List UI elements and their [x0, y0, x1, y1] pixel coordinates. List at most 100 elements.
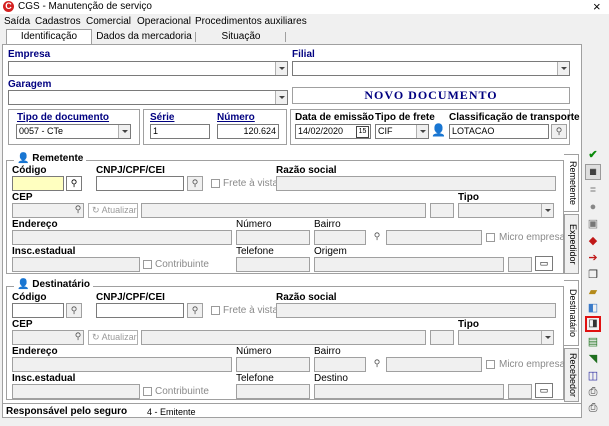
dest-insc-label: Insc.estadual [12, 373, 76, 384]
eraser-icon[interactable]: ◆ [585, 233, 601, 249]
dest-cnpj-input[interactable] [96, 303, 184, 318]
rem-frete-vista-checkbox[interactable] [211, 179, 220, 188]
rem-cep-extra-field[interactable] [141, 203, 426, 218]
person-icon[interactable]: 👤 [431, 123, 446, 138]
side-tab-destinatario[interactable]: Destinatário [564, 280, 579, 346]
palette-icon[interactable]: ◧ [585, 300, 601, 316]
side-tab-remetente[interactable]: Remetente [564, 154, 579, 212]
confirm-check-icon[interactable]: ✔ [585, 147, 601, 163]
dest-contribuinte-checkbox[interactable] [143, 387, 152, 396]
stop-icon[interactable]: ▣ [585, 216, 601, 232]
rem-numero-input[interactable] [236, 230, 310, 245]
rem-contribuinte-checkbox[interactable] [143, 260, 152, 269]
circle-icon[interactable]: ● [585, 199, 601, 215]
frete-select[interactable]: CIF [375, 124, 429, 139]
binoculars-icon[interactable]: ⚲ [66, 176, 82, 191]
dest-bairro-extra[interactable] [386, 357, 482, 372]
documents-icon[interactable]: ❐ [585, 267, 601, 283]
dest-frete-vista-checkbox[interactable] [211, 306, 220, 315]
dest-codigo-label: Código [12, 292, 47, 303]
ledger-icon[interactable]: ≣ [585, 182, 601, 198]
binoculars-icon[interactable]: ⚲ [369, 357, 385, 372]
side-tab-label: Recebedor [568, 352, 578, 398]
notes-icon[interactable]: ▤ [585, 334, 601, 350]
menu-saida[interactable]: Saída [4, 16, 30, 27]
rem-endereco-input[interactable] [12, 230, 232, 245]
rem-origem-input[interactable] [314, 257, 504, 272]
numero-input[interactable]: 120.624 [217, 124, 279, 139]
empresa-label: Empresa [8, 49, 51, 60]
dest-bairro-input[interactable] [314, 357, 366, 372]
binoculars-icon[interactable]: ⚲ [187, 176, 203, 191]
dest-cep-extra-field[interactable] [141, 330, 426, 345]
rem-cnpj-input[interactable] [96, 176, 184, 191]
binoculars-icon[interactable]: ⚲ [70, 203, 86, 218]
highlight-truck-icon[interactable]: ◨ [585, 316, 601, 332]
printer-icon[interactable]: ⎙ [585, 384, 601, 400]
rem-atualizar-button[interactable]: ↻ Atualizar [88, 203, 138, 218]
rem-cep-label: CEP [12, 192, 33, 203]
footer-value: 4 - Emitente [147, 407, 196, 417]
emissao-input[interactable]: 14/02/2020 15 [295, 124, 371, 139]
binoculars-icon[interactable]: ⚲ [187, 303, 203, 318]
binoculars-icon[interactable]: ⚲ [70, 330, 86, 345]
menu-comercial[interactable]: Comercial [86, 16, 131, 27]
close-button[interactable]: × [593, 0, 601, 14]
tab-dados-mercadoria[interactable]: Dados da mercadoria [94, 31, 194, 44]
dest-atualizar-button[interactable]: ↻ Atualizar [88, 330, 138, 345]
menu-cadastros[interactable]: Cadastros [35, 16, 81, 27]
rem-cep-extra-field2[interactable] [430, 203, 454, 218]
paste-icon[interactable]: ◫ [585, 368, 601, 384]
dest-micro-checkbox[interactable] [486, 360, 495, 369]
dest-codigo-input[interactable] [12, 303, 64, 318]
serie-input[interactable]: 1 [150, 124, 210, 139]
calendar-icon[interactable]: 15 [356, 126, 369, 138]
person-icon: 👤 [17, 279, 30, 290]
menu-procedimentos[interactable]: Procedimentos auxiliares [195, 16, 307, 27]
filial-select[interactable] [292, 61, 570, 76]
dest-cep-extra-field2[interactable] [430, 330, 454, 345]
printer-alt-icon[interactable]: ⎙ [585, 400, 601, 416]
garagem-select[interactable] [8, 90, 288, 105]
dest-insc-input[interactable] [12, 384, 140, 399]
dest-endereco-input[interactable] [12, 357, 232, 372]
tab-identificacao[interactable]: Identificação [6, 29, 92, 44]
monitor-icon[interactable]: ▭ [535, 383, 553, 398]
calculator-icon[interactable]: ▦ [585, 164, 601, 180]
dest-razao-input[interactable] [276, 303, 556, 318]
binoculars-icon[interactable]: ⚲ [66, 303, 82, 318]
rem-endereco-label: Endereço [12, 219, 58, 230]
dest-tipo-select[interactable] [458, 330, 554, 345]
tab-situacao[interactable]: Situação [198, 31, 284, 44]
rem-insc-input[interactable] [12, 257, 140, 272]
monitor-icon[interactable]: ▭ [535, 256, 553, 271]
chevron-down-icon [541, 331, 553, 344]
empresa-select[interactable] [8, 61, 288, 76]
dest-destino-uf[interactable] [508, 384, 532, 399]
dest-numero-input[interactable] [236, 357, 310, 372]
rem-origem-uf[interactable] [508, 257, 532, 272]
tipo-documento-select[interactable]: 0057 - CTe [16, 124, 131, 139]
dest-telefone-input[interactable] [236, 384, 310, 399]
rem-razao-input[interactable] [276, 176, 556, 191]
classificacao-search-icon[interactable]: ⚲ [551, 124, 567, 139]
side-tab-expedidor[interactable]: Expedidor [564, 214, 579, 274]
footer-label: Responsável pelo seguro [6, 406, 128, 417]
rem-codigo-input[interactable] [12, 176, 64, 191]
folder-icon[interactable]: ▰ [585, 284, 601, 300]
rem-telefone-input[interactable] [236, 257, 310, 272]
side-tab-recebedor[interactable]: Recebedor [564, 348, 579, 402]
binoculars-icon[interactable]: ⚲ [369, 230, 385, 245]
classificacao-input[interactable]: LOTACAO [449, 124, 549, 139]
dest-destino-input[interactable] [314, 384, 504, 399]
rem-insc-label: Insc.estadual [12, 246, 76, 257]
rem-bairro-input[interactable] [314, 230, 366, 245]
rem-tipo-select[interactable] [458, 203, 554, 218]
menu-operacional[interactable]: Operacional [137, 16, 191, 27]
tag-icon[interactable]: ◥ [585, 351, 601, 367]
exit-arrow-icon[interactable]: ➔ [585, 250, 601, 266]
dest-atualizar-label: Atualizar [101, 332, 137, 342]
rem-micro-checkbox[interactable] [486, 233, 495, 242]
classificacao-value: LOTACAO [452, 126, 495, 136]
rem-bairro-extra[interactable] [386, 230, 482, 245]
